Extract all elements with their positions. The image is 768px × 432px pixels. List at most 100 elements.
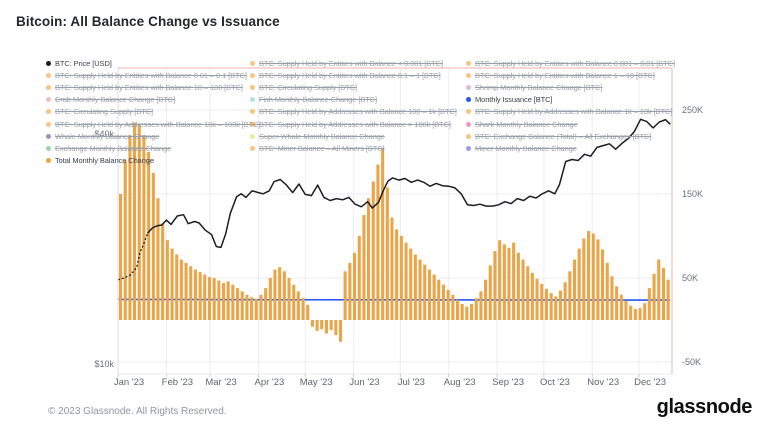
legend-dot-icon (250, 61, 255, 66)
left-axis-tick: $10k (94, 359, 114, 369)
legend-dot-icon (250, 97, 255, 102)
legend-item[interactable]: BTC: Supply Held by Addresses with Balan… (250, 118, 464, 130)
legend-label: Monthly Issuance [BTC] (475, 95, 552, 104)
legend-label: BTC: Exchange Balance (Total) – All Exch… (475, 132, 651, 141)
legend-dot-icon (46, 146, 51, 151)
legend-item[interactable]: BTC: Miner Balance – All Miners [BTC] (250, 142, 464, 154)
legend-item[interactable]: Monthly Issuance [BTC] (466, 94, 680, 106)
legend-item[interactable]: BTC: Supply Held by Entities with Balanc… (466, 69, 680, 81)
legend-label: BTC: Miner Balance – All Miners [BTC] (259, 144, 385, 153)
legend-label: BTC: Supply Held by Entities with Balanc… (55, 83, 243, 92)
legend-label: Fish Monthly Balance Change [BTC] (259, 95, 377, 104)
right-axis-tick: 250K (682, 105, 703, 115)
legend-dot-icon (466, 134, 471, 139)
legend-label: Shrimp Monthly Balance Change [BTC] (475, 83, 602, 92)
x-axis-label: May '23 (300, 377, 333, 388)
legend-label: BTC: Supply Held by Entities with Balanc… (55, 71, 247, 80)
legend-label: Exchange Monthly Balance Change (55, 144, 171, 153)
legend-item[interactable]: Shark Monthly Balance Change (466, 118, 680, 130)
x-axis-label: Dec '23 (634, 377, 666, 388)
x-axis-label: Apr '23 (254, 377, 284, 388)
legend-label: BTC: Supply Held by Entities with Balanc… (475, 71, 655, 80)
legend-item[interactable]: BTC: Supply Held by Addresses with Balan… (466, 106, 680, 118)
legend-label: BTC: Supply Held by Entities with Balanc… (259, 71, 441, 80)
glassnode-logo[interactable]: glassnode (657, 396, 752, 419)
legend-label: Total Monthly Balance Change (55, 156, 154, 165)
legend-dot-icon (250, 146, 255, 151)
x-axis-label: Jan '23 (114, 377, 144, 388)
legend-dot-icon (46, 97, 51, 102)
legend-column-3: BTC: Supply Held by Entities with Balanc… (466, 57, 680, 155)
copyright-text: © 2023 Glassnode. All Rights Reserved. (48, 406, 227, 417)
legend-dot-icon (466, 61, 471, 66)
legend-item[interactable]: BTC: Circulating Supply [BTC] (250, 81, 464, 93)
chart-area[interactable]: 250K150K50K-50K$40k$10kJan '23Feb '23Mar… (0, 0, 768, 400)
right-axis-tick: 50K (682, 273, 698, 283)
legend-item[interactable]: BTC: Supply Held by Entities with Balanc… (250, 57, 464, 69)
legend-label: Whale Monthly Balance Change (55, 132, 159, 141)
legend-dot-icon (46, 85, 51, 90)
legend-item[interactable]: BTC: Supply Held by Entities with Balanc… (46, 69, 248, 81)
legend-dot-icon (46, 73, 51, 78)
legend-item[interactable]: BTC: Supply Held by Entities with Balanc… (466, 57, 680, 69)
legend-dot-icon (466, 97, 471, 102)
legend-label: Shark Monthly Balance Change (475, 120, 578, 129)
legend-label: BTC: Supply Held by Addresses with Balan… (259, 107, 457, 116)
legend-label: BTC: Supply Held by Entities with Balanc… (475, 59, 675, 68)
legend-column-1: BTC: Price [USD] BTC: Supply Held by Enti… (46, 57, 248, 167)
legend-label: BTC: Supply Held by Addresses with Balan… (259, 120, 451, 129)
legend-item[interactable]: BTC: Circulating Supply [BTC] (46, 106, 248, 118)
glassnode-chart-page: Bitcoin: All Balance Change vs Issuance … (0, 0, 768, 432)
legend-dot-icon (250, 122, 255, 127)
legend-dot-icon (250, 85, 255, 90)
x-axis-label: Aug '23 (444, 377, 476, 388)
legend-label: BTC: Circulating Supply [BTC] (259, 83, 357, 92)
legend-item[interactable]: Shrimp Monthly Balance Change [BTC] (466, 81, 680, 93)
legend-item[interactable]: Crab Monthly Balance Change [BTC] (46, 94, 248, 106)
legend-label: BTC: Supply Held by Addresses with Balan… (475, 107, 672, 116)
legend-label: Crab Monthly Balance Change [BTC] (55, 95, 175, 104)
legend-item[interactable]: Total Monthly Balance Change (46, 155, 248, 167)
x-axis-label: Oct '23 (540, 377, 570, 388)
x-axis-label: Jun '23 (349, 377, 379, 388)
legend-item[interactable]: Super Whale Monthly Balance Change (250, 130, 464, 142)
legend-dot-icon (250, 109, 255, 114)
x-axis-label: Mar '23 (205, 377, 236, 388)
legend-item[interactable]: Exchange Monthly Balance Change (46, 142, 248, 154)
legend-item[interactable]: Fish Monthly Balance Change [BTC] (250, 94, 464, 106)
legend-dot-icon (46, 109, 51, 114)
x-axis-label: Feb '23 (162, 377, 193, 388)
legend-dot-icon (250, 73, 255, 78)
legend-dot-icon (46, 122, 51, 127)
legend-label: BTC: Circulating Supply [BTC] (55, 107, 153, 116)
legend-dot-icon (46, 158, 51, 163)
legend-dot-icon (466, 146, 471, 151)
legend-item[interactable]: Miner Monthly Balance Change (466, 142, 680, 154)
legend-item[interactable]: BTC: Exchange Balance (Total) – All Exch… (466, 130, 680, 142)
legend-item[interactable]: Whale Monthly Balance Change (46, 130, 248, 142)
legend-label: Super Whale Monthly Balance Change (259, 132, 385, 141)
legend-dot-icon (466, 109, 471, 114)
x-axis-label: Jul '23 (398, 377, 425, 388)
legend-label: BTC: Supply Held by Entities with Balanc… (259, 59, 443, 68)
right-axis-tick: -50K (682, 357, 701, 367)
legend-dot-icon (46, 61, 51, 66)
footer: © 2023 Glassnode. All Rights Reserved. g… (0, 394, 768, 432)
legend-item[interactable]: BTC: Price [USD] (46, 57, 248, 69)
legend-dot-icon (466, 73, 471, 78)
legend-dot-icon (46, 134, 51, 139)
legend-column-2: BTC: Supply Held by Entities with Balanc… (250, 57, 464, 155)
legend-label: Miner Monthly Balance Change (475, 144, 577, 153)
legend-item[interactable]: BTC: Supply Held by Entities with Balanc… (250, 69, 464, 81)
legend-dot-icon (250, 134, 255, 139)
legend-item[interactable]: BTC: Supply Held by Entities with Balanc… (46, 81, 248, 93)
x-axis-label: Sep '23 (492, 377, 524, 388)
legend-dot-icon (466, 85, 471, 90)
legend-dot-icon (466, 122, 471, 127)
legend-item[interactable]: BTC: Supply Held by Addresses with Balan… (250, 106, 464, 118)
right-axis-tick: 150K (682, 189, 703, 199)
legend-item[interactable]: BTC: Supply Held by Addresses with Balan… (46, 118, 248, 130)
legend-label: BTC: Supply Held by Addresses with Balan… (55, 120, 260, 129)
legend-label: BTC: Price [USD] (55, 59, 112, 68)
x-axis-label: Nov '23 (587, 377, 619, 388)
